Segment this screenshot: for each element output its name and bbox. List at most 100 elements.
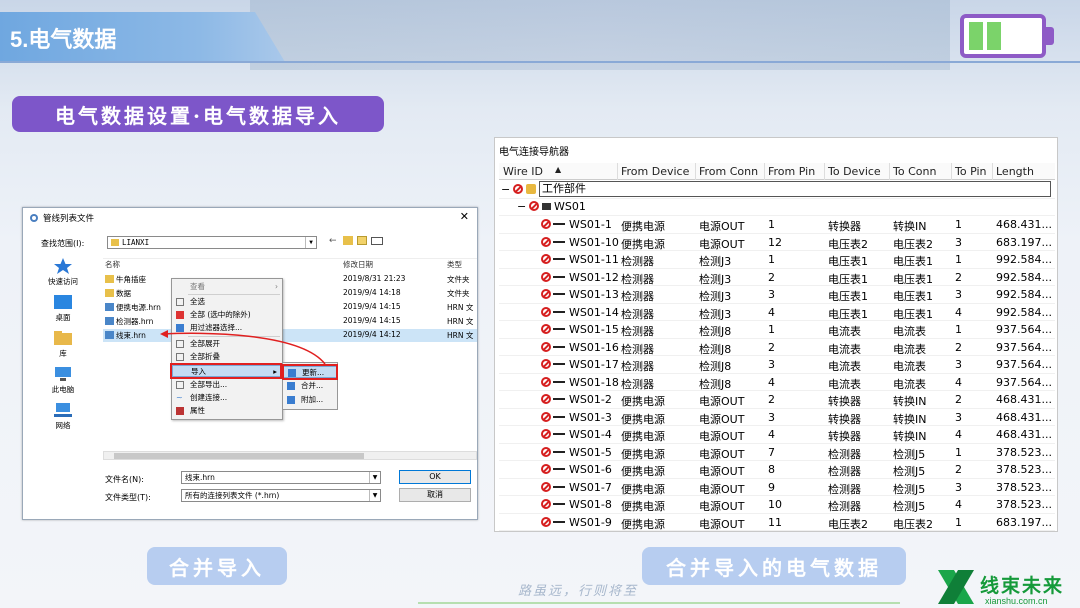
column-divider[interactable] xyxy=(951,163,952,180)
cell-to-conn: 电压表1 xyxy=(893,255,933,268)
file-row[interactable]: 检测器.hrn 2019/9/4 14:15 HRN 文 xyxy=(103,315,477,328)
column-wire-id[interactable]: Wire ID xyxy=(503,165,543,178)
wire-row[interactable]: WS01-15 检测器 检测J8 1 电流表 电流表 1 937.564... xyxy=(499,321,1055,339)
no-entry-icon xyxy=(541,358,567,371)
cell-to-device: 电压表1 xyxy=(828,290,868,303)
file-row[interactable]: 便携电源.hrn 2019/9/4 14:15 HRN 文 xyxy=(103,301,477,314)
navigator-title: 电气连接导航器 xyxy=(499,147,569,158)
cell-from-pin: 11 xyxy=(768,515,782,529)
scrollbar-thumb[interactable] xyxy=(114,453,364,459)
place-desktop[interactable]: 桌面 xyxy=(31,294,95,323)
close-icon[interactable]: ✕ xyxy=(460,210,469,223)
column-divider[interactable] xyxy=(617,163,618,180)
place-quick-access[interactable]: 快速访问 xyxy=(31,258,95,287)
column-to-device[interactable]: To Device xyxy=(828,165,881,178)
place-this-pc[interactable]: 此电脑 xyxy=(31,366,95,395)
column-from-device[interactable]: From Device xyxy=(621,165,689,178)
filename-input[interactable]: 线束.hrn ▼ xyxy=(181,471,381,484)
wire-row[interactable]: WS01-8 便携电源 电源OUT 10 检测器 检测J5 4 378.523... xyxy=(499,496,1055,514)
cell-from-device: 检测器 xyxy=(621,255,654,268)
place-library[interactable]: 库 xyxy=(31,330,95,359)
cell-from-device: 检测器 xyxy=(621,360,654,373)
computer-icon xyxy=(55,367,71,381)
column-from-conn[interactable]: From Conn xyxy=(699,165,758,178)
column-divider[interactable] xyxy=(695,163,696,180)
chevron-down-icon[interactable]: ▼ xyxy=(369,490,380,501)
cell-from-conn: 电源OUT xyxy=(699,482,745,496)
column-date[interactable]: 修改日期 xyxy=(343,259,373,270)
wire-row[interactable]: WS01-10 便携电源 电源OUT 12 电压表2 电压表2 3 683.197... xyxy=(499,234,1055,251)
menu-item-view[interactable]: 查看 › xyxy=(172,281,282,293)
wire-row[interactable]: WS01-12 检测器 检测J3 2 电压表1 电压表1 2 992.584... xyxy=(499,269,1055,286)
cell-from-pin: 2 xyxy=(768,393,775,406)
wire-row[interactable]: WS01-11 检测器 检测J3 1 电压表1 电压表1 1 992.584... xyxy=(499,251,1055,269)
menu-item-properties[interactable]: 属性 xyxy=(172,405,282,417)
file-row[interactable]: 数据 2019/9/4 14:18 文件夹 xyxy=(103,287,477,300)
sort-asc-icon[interactable]: ▲ xyxy=(555,165,561,174)
wire-row[interactable]: WS01-13 检测器 检测J3 3 电压表1 电压表1 3 992.584... xyxy=(499,286,1055,304)
horizontal-scrollbar[interactable] xyxy=(103,451,477,460)
cell-from-conn: 电源OUT xyxy=(699,412,745,426)
wire-row[interactable]: WS01-3 便携电源 电源OUT 3 转换器 转换IN 3 468.431... xyxy=(499,409,1055,426)
chevron-down-icon[interactable]: ▼ xyxy=(305,237,316,248)
cell-from-conn: 检测J8 xyxy=(699,342,732,356)
cancel-button[interactable]: 取消 xyxy=(399,488,471,502)
cell-to-device: 转换器 xyxy=(828,412,861,426)
wire-row[interactable]: WS01-18 检测器 检测J8 4 电流表 电流表 4 937.564... xyxy=(499,374,1055,391)
submenu-item-merge[interactable]: 合并... xyxy=(283,380,337,392)
tree-group-row[interactable]: − WS01 xyxy=(499,198,1055,216)
column-divider[interactable] xyxy=(824,163,825,180)
up-folder-icon[interactable] xyxy=(343,236,353,245)
wire-row[interactable]: WS01-16 检测器 检测J8 2 电流表 电流表 2 937.564... xyxy=(499,339,1055,356)
wire-row[interactable]: WS01-14 检测器 检测J3 4 电压表1 电压表1 4 992.584... xyxy=(499,304,1055,321)
cell-to-pin: 1 xyxy=(955,445,962,459)
collapse-toggle-icon[interactable]: − xyxy=(501,183,510,196)
battery-cell xyxy=(987,22,1001,50)
cell-wire-id: WS01-17 xyxy=(569,358,619,371)
menu-item-select-all[interactable]: 全选 xyxy=(172,296,282,308)
column-type[interactable]: 类型 xyxy=(447,259,462,270)
filetype-select[interactable]: 所有的连接列表文件 (*.hrn) ▼ xyxy=(181,489,381,502)
column-to-pin[interactable]: To Pin xyxy=(955,165,987,178)
view-menu-icon[interactable] xyxy=(371,237,383,245)
submenu-item-append[interactable]: 附加... xyxy=(283,394,337,406)
wire-row[interactable]: WS01-5 便携电源 电源OUT 7 检测器 检测J5 1 378.523... xyxy=(499,444,1055,461)
tree-root-row[interactable]: − 工作部件 xyxy=(499,181,1055,199)
cell-to-conn: 电流表 xyxy=(893,377,926,391)
column-from-pin[interactable]: From Pin xyxy=(768,165,815,178)
menu-item-all-except[interactable]: 全部 (选中的除外) xyxy=(172,309,282,321)
cell-length: 683.197... xyxy=(996,515,1052,529)
ok-button[interactable]: OK xyxy=(399,470,471,484)
column-length[interactable]: Length xyxy=(996,165,1034,178)
cell-to-conn: 电压表2 xyxy=(893,237,933,251)
wire-row[interactable]: WS01-9 便携电源 电源OUT 11 电压表2 电压表2 1 683.197... xyxy=(499,514,1055,531)
wire-row[interactable]: WS01-4 便携电源 电源OUT 4 转换器 转换IN 4 468.431... xyxy=(499,426,1055,444)
column-divider[interactable] xyxy=(764,163,765,180)
cell-length: 378.523... xyxy=(996,445,1052,459)
column-divider[interactable] xyxy=(992,163,993,180)
wire-row[interactable]: WS01-7 便携电源 电源OUT 9 检测器 检测J5 3 378.523... xyxy=(499,479,1055,496)
column-to-conn[interactable]: To Conn xyxy=(893,165,936,178)
wire-row[interactable]: WS01-1 便携电源 电源OUT 1 转换器 转换IN 1 468.431... xyxy=(499,216,1055,234)
cell-from-conn: 电源OUT xyxy=(699,237,745,251)
menu-item-export-all[interactable]: 全部导出... xyxy=(172,379,282,391)
lookin-combo[interactable]: LIANXI ▼ xyxy=(107,236,317,249)
cell-to-device: 检测器 xyxy=(828,500,861,513)
chevron-down-icon[interactable]: ▼ xyxy=(369,472,380,483)
back-icon[interactable]: ← xyxy=(329,236,337,246)
column-divider[interactable] xyxy=(889,163,890,180)
wire-row[interactable]: WS01-2 便携电源 电源OUT 2 转换器 转换IN 2 468.431... xyxy=(499,391,1055,409)
menu-item-create-connection[interactable]: ~ 创建连接... xyxy=(172,392,282,404)
hrn-file-icon xyxy=(105,317,114,325)
collapse-toggle-icon[interactable]: − xyxy=(517,200,526,213)
column-name[interactable]: 名称 xyxy=(105,259,120,270)
wire-row[interactable]: WS01-17 检测器 检测J8 3 电流表 电流表 3 937.564... xyxy=(499,356,1055,374)
new-folder-icon[interactable] xyxy=(357,236,367,245)
no-entry-icon xyxy=(541,516,567,529)
place-network[interactable]: 网络 xyxy=(31,402,95,431)
root-node-label[interactable]: 工作部件 xyxy=(539,181,1051,197)
wire-row[interactable]: WS01-6 便携电源 电源OUT 8 检测器 检测J5 2 378.523... xyxy=(499,461,1055,479)
file-row[interactable]: 牛角插座 2019/8/31 21:23 文件夹 xyxy=(103,273,477,286)
cell-from-device: 便携电源 xyxy=(621,237,665,251)
cell-to-conn: 电流表 xyxy=(893,342,926,356)
